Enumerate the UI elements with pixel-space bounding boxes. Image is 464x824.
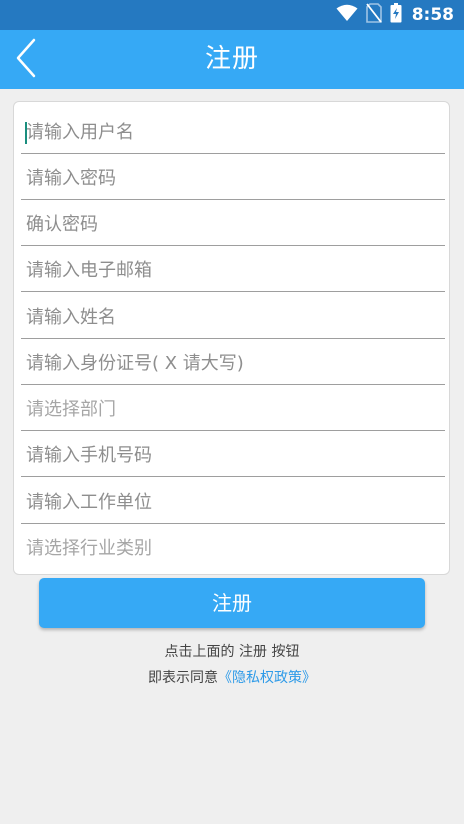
email-field[interactable]: 请输入电子邮箱	[21, 246, 445, 292]
privacy-policy-link[interactable]: 《隐私权政策》	[218, 670, 316, 686]
status-time: 8:58	[411, 5, 454, 25]
page-title: 注册	[204, 44, 259, 74]
name-placeholder: 请输入姓名	[26, 306, 116, 328]
industry-select[interactable]: 请选择行业类别	[21, 524, 445, 570]
email-placeholder: 请输入电子邮箱	[26, 259, 152, 281]
status-bar: 8:58	[0, 0, 464, 30]
confirm-password-field[interactable]: 确认密码	[21, 200, 445, 246]
industry-placeholder: 请选择行业类别	[26, 538, 152, 559]
phone-placeholder: 请输入手机号码	[26, 444, 152, 466]
agreement-text: 点击上面的 注册 按钮	[164, 644, 300, 660]
username-field[interactable]: 请输入用户名	[21, 108, 445, 154]
id-number-field[interactable]: 请输入身份证号( X 请大写)	[21, 339, 445, 385]
text-cursor	[25, 122, 27, 144]
registration-form: 请输入用户名 请输入密码 确认密码 请输入电子邮箱 请输入姓名 请输入身份证号(…	[13, 101, 450, 575]
employer-placeholder: 请输入工作单位	[26, 491, 152, 513]
battery-charging-icon	[390, 3, 402, 27]
status-icons: 8:58	[336, 0, 454, 30]
register-button[interactable]: 注册	[39, 578, 425, 628]
department-placeholder: 请选择部门	[26, 398, 116, 420]
password-placeholder: 请输入密码	[26, 167, 116, 189]
agreement-prefix: 即表示同意	[148, 670, 218, 686]
name-field[interactable]: 请输入姓名	[21, 293, 445, 339]
no-sim-icon	[365, 3, 382, 27]
username-placeholder: 请输入用户名	[26, 121, 134, 143]
employer-field[interactable]: 请输入工作单位	[21, 478, 445, 524]
department-select[interactable]: 请选择部门	[21, 385, 445, 431]
app-bar: 注册	[0, 30, 464, 89]
agreement-line: 即表示同意《隐私权政策》	[0, 667, 464, 687]
id-number-placeholder: 请输入身份证号( X 请大写)	[26, 352, 244, 374]
confirm-password-placeholder: 确认密码	[26, 213, 98, 235]
password-field[interactable]: 请输入密码	[21, 154, 445, 200]
phone-field[interactable]: 请输入手机号码	[21, 431, 445, 477]
wifi-icon	[336, 4, 358, 26]
